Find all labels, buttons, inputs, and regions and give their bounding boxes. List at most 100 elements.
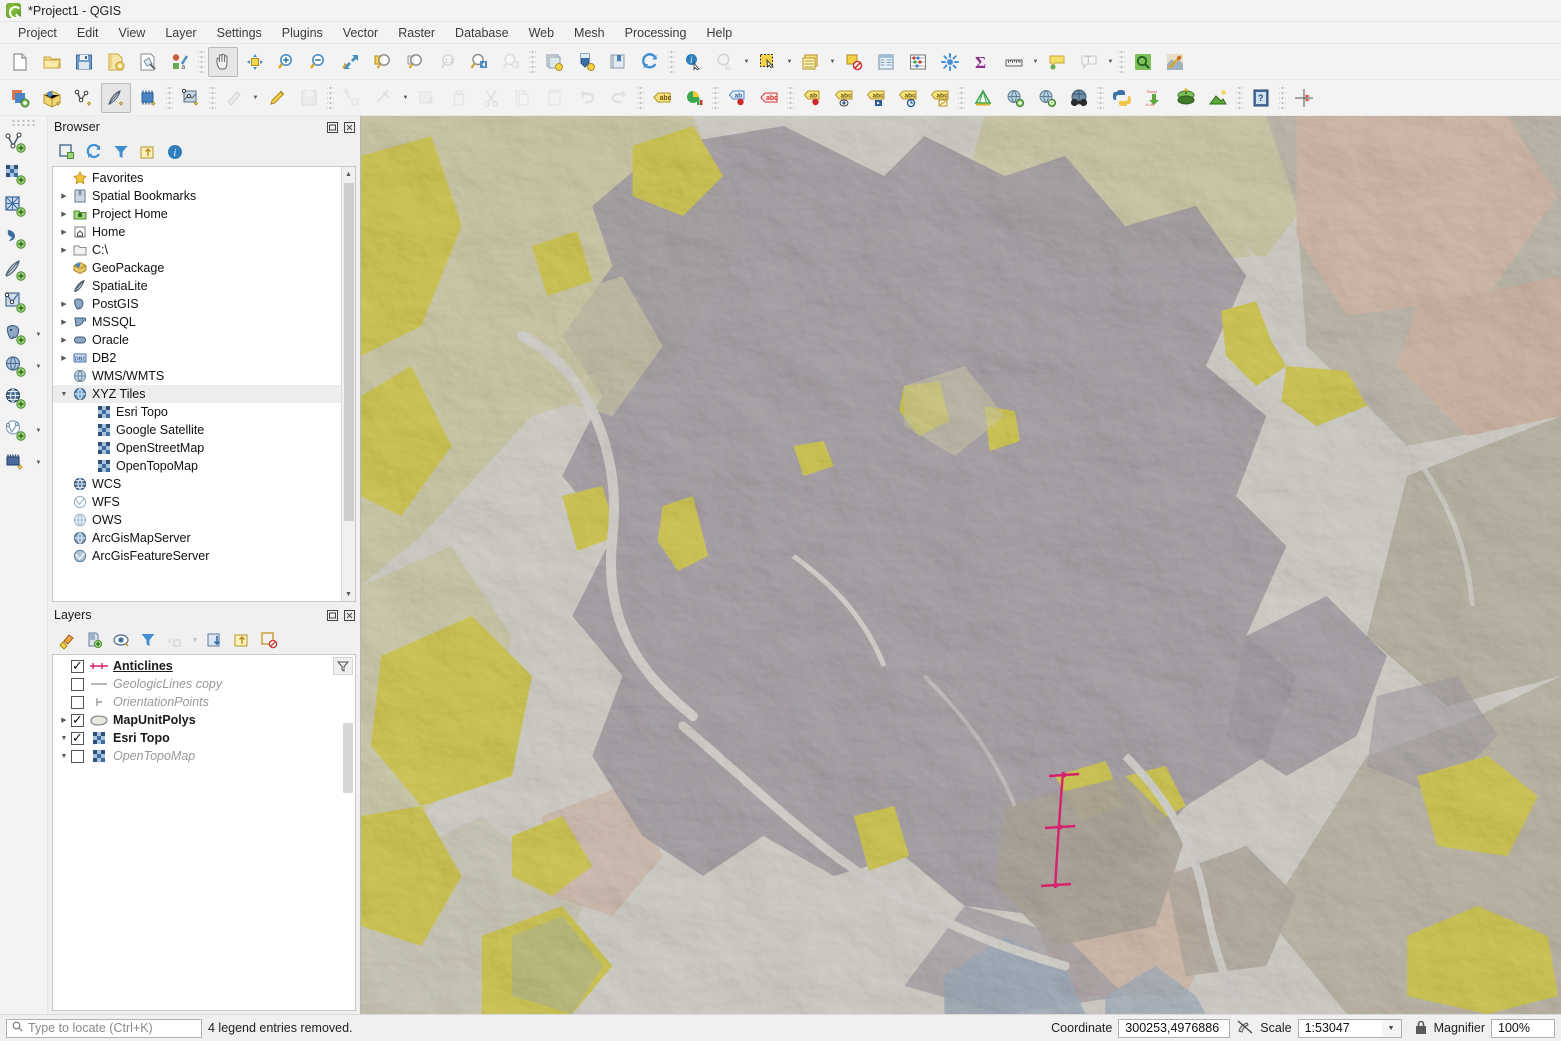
label-icon[interactable]: abc [647,83,677,113]
layer-row-mapunitpolys[interactable]: ▶ MapUnitPolys [53,711,341,729]
browser-item-mssql[interactable]: ▶ MSSQL [53,313,341,331]
help-icon[interactable]: ? [1246,83,1276,113]
layer-visibility-checkbox[interactable] [71,677,84,691]
pan-to-selection-icon[interactable] [240,47,270,77]
zoom-in-icon[interactable] [272,47,302,77]
browser-item-google-satellite[interactable]: Google Satellite [53,421,341,439]
layer-visibility-checkbox[interactable] [71,712,84,727]
modify-attributes-icon[interactable] [412,83,442,113]
add-layer-icon[interactable] [5,83,35,113]
enable-properties-icon[interactable]: i [162,140,188,164]
menu-layer[interactable]: Layer [155,24,206,42]
manage-map-themes-icon[interactable] [108,628,134,652]
deselect-features-icon[interactable] [839,47,869,77]
filter-legend-icon[interactable] [135,628,161,652]
menu-raster[interactable]: Raster [388,24,445,42]
new-memory-layer-icon[interactable] [133,83,163,113]
map-canvas-wrapper[interactable] [360,116,1561,1014]
close-panel-icon[interactable] [342,608,356,622]
add-arcgis-layer-icon[interactable] [1,448,33,478]
menu-mesh[interactable]: Mesh [564,24,615,42]
toolbar-grip[interactable] [10,119,37,126]
close-panel-icon[interactable] [342,120,356,134]
open-layer-styling-icon[interactable] [54,628,80,652]
chevron-right-icon[interactable]: ▶ [57,228,71,236]
chevron-down-icon[interactable] [1105,47,1116,77]
zoom-to-layer-icon[interactable] [400,47,430,77]
add-delimited-text-layer-icon[interactable] [1,224,33,254]
menu-settings[interactable]: Settings [207,24,272,42]
collapse-all-icon[interactable] [135,140,161,164]
layout-manager-icon[interactable] [1160,47,1190,77]
add-postgis-layer-icon[interactable] [1,320,33,350]
chevron-down-icon[interactable]: ▼ [189,628,201,652]
scale-field[interactable]: 1:53047 [1297,1018,1382,1038]
chevron-right-icon[interactable]: ▶ [57,246,71,254]
chevron-down-icon[interactable] [400,83,411,113]
field-calculator-icon[interactable] [871,47,901,77]
browser-tree[interactable]: Favorites ▶ Spatial Bookmarks ▶ Project Home… [52,166,356,602]
style-manager-icon[interactable]: a [165,47,195,77]
browser-item-postgis[interactable]: ▶ PostGIS [53,295,341,313]
chevron-right-icon[interactable]: ▶ [57,300,71,308]
browser-item-oracle[interactable]: ▶ Oracle [53,331,341,349]
pan-map-icon[interactable] [208,46,238,77]
add-wfs-layer-icon[interactable] [1,416,33,446]
chevron-down-icon[interactable]: ▼ [1381,1018,1402,1038]
layer-row-orientationpoints[interactable]: OrientationPoints [53,693,341,711]
show-hide-labels-icon[interactable]: abc [829,83,859,113]
layer-row-geologiclines-copy[interactable]: GeologicLines copy [53,675,341,693]
diagram-icon[interactable] [679,83,709,113]
statistical-summary-icon[interactable] [903,47,933,77]
metasearch-find-icon[interactable] [1032,83,1062,113]
browser-item-arcgismapserver[interactable]: ArcGisMapServer [53,529,341,547]
remove-layer-icon[interactable] [256,628,282,652]
lock-scale-icon[interactable] [1414,1019,1428,1038]
add-vector-tile-layer-icon[interactable] [1,288,33,318]
select-features-icon[interactable] [753,47,783,77]
browser-scrollbar[interactable]: ▲ ▼ [341,167,355,601]
map-canvas[interactable] [361,116,1561,1014]
menu-edit[interactable]: Edit [67,24,109,42]
add-mesh-layer-icon[interactable] [1,192,33,222]
zoom-to-selection-icon[interactable] [368,47,398,77]
current-edits-icon[interactable] [219,83,249,113]
mesh-digitizing-icon[interactable] [968,83,998,113]
menu-help[interactable]: Help [696,24,742,42]
menu-project[interactable]: Project [8,24,67,42]
chevron-right-icon[interactable]: ▶ [57,318,71,326]
new-print-layout-icon[interactable] [133,47,163,77]
pin-labels-icon[interactable]: ab [722,83,752,113]
add-spatialite-layer-icon[interactable] [1,256,33,286]
terrain-icon[interactable] [1203,83,1233,113]
zoom-next-icon[interactable] [496,47,526,77]
chevron-down-icon[interactable]: ▼ [57,735,71,742]
zoom-out-icon[interactable] [304,47,334,77]
processing-toolbox-icon[interactable] [935,47,965,77]
highlight-labels-icon[interactable]: abc [754,83,784,113]
add-group-icon[interactable] [81,628,107,652]
scrollbar-thumb[interactable] [343,723,353,793]
layer-visibility-checkbox[interactable] [71,695,84,709]
layers-scrollbar[interactable] [341,655,355,1010]
new-project-icon[interactable] [5,47,35,77]
toggle-editing-icon[interactable] [262,83,292,113]
plugin-builder-icon[interactable]: Good A->B [1139,83,1169,113]
sum-icon[interactable]: Σ [967,47,997,77]
chevron-down-icon[interactable] [741,47,752,77]
add-raster-layer-icon[interactable] [1,160,33,190]
float-panel-icon[interactable] [325,608,339,622]
layer-row-opentopomap[interactable]: ▼ OpenTopoMap [53,747,341,765]
chevron-down-icon[interactable]: ▼ [57,753,71,760]
collapse-all-layers-icon[interactable] [229,628,255,652]
locate-bar[interactable]: Type to locate (Ctrl+K) [6,1018,202,1038]
redo-icon[interactable] [604,83,634,113]
chevron-right-icon[interactable]: ▶ [57,210,71,218]
save-layer-edits-icon[interactable] [294,83,324,113]
new-spatialite-layer-icon[interactable] [101,82,131,113]
layers-tree-scroll[interactable]: Anticlines GeologicLines copy OrientationP… [53,655,341,1010]
save-project-icon[interactable] [69,47,99,77]
browser-item-home[interactable]: ▶ Home [53,223,341,241]
browser-item-spatial-bookmarks[interactable]: ▶ Spatial Bookmarks [53,187,341,205]
expand-all-icon[interactable] [202,628,228,652]
